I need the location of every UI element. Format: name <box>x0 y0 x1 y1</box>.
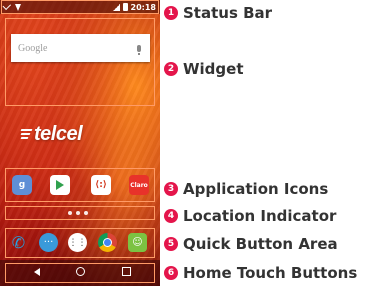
callout-label: Quick Button Area <box>183 235 338 253</box>
telcel-logo-mark <box>20 129 33 141</box>
callout-quick-button-area: 5 Quick Button Area <box>164 235 338 253</box>
location-indicator-highlight <box>5 206 155 220</box>
phone-screen: 20:18 Google telcel g ⟨:⟩ Claro ✆ ··· ⋮⋮… <box>0 0 160 286</box>
callout-status-bar: 1 Status Bar <box>164 4 272 22</box>
callout-number: 6 <box>164 266 178 280</box>
callout-label: Home Touch Buttons <box>183 264 358 282</box>
callout-number: 5 <box>164 237 178 251</box>
callout-location-indicator: 4 Location Indicator <box>164 207 336 225</box>
callout-home-touch-buttons: 6 Home Touch Buttons <box>164 264 357 282</box>
callout-number: 4 <box>164 209 178 223</box>
callout-label: Widget <box>183 60 244 78</box>
callout-number: 1 <box>164 6 178 20</box>
carrier-logo: telcel <box>34 123 83 145</box>
quick-button-highlight <box>5 228 155 258</box>
status-bar-highlight <box>1 0 159 14</box>
callout-number: 2 <box>164 62 178 76</box>
callout-number: 3 <box>164 182 178 196</box>
callout-label: Status Bar <box>183 4 273 22</box>
callout-label: Location Indicator <box>183 207 337 225</box>
callout-widget: 2 Widget <box>164 60 244 78</box>
callout-application-icons: 3 Application Icons <box>164 180 328 198</box>
callout-label: Application Icons <box>183 180 329 198</box>
app-icons-highlight <box>5 168 155 202</box>
home-buttons-highlight <box>5 263 155 283</box>
widget-highlight <box>5 18 155 106</box>
